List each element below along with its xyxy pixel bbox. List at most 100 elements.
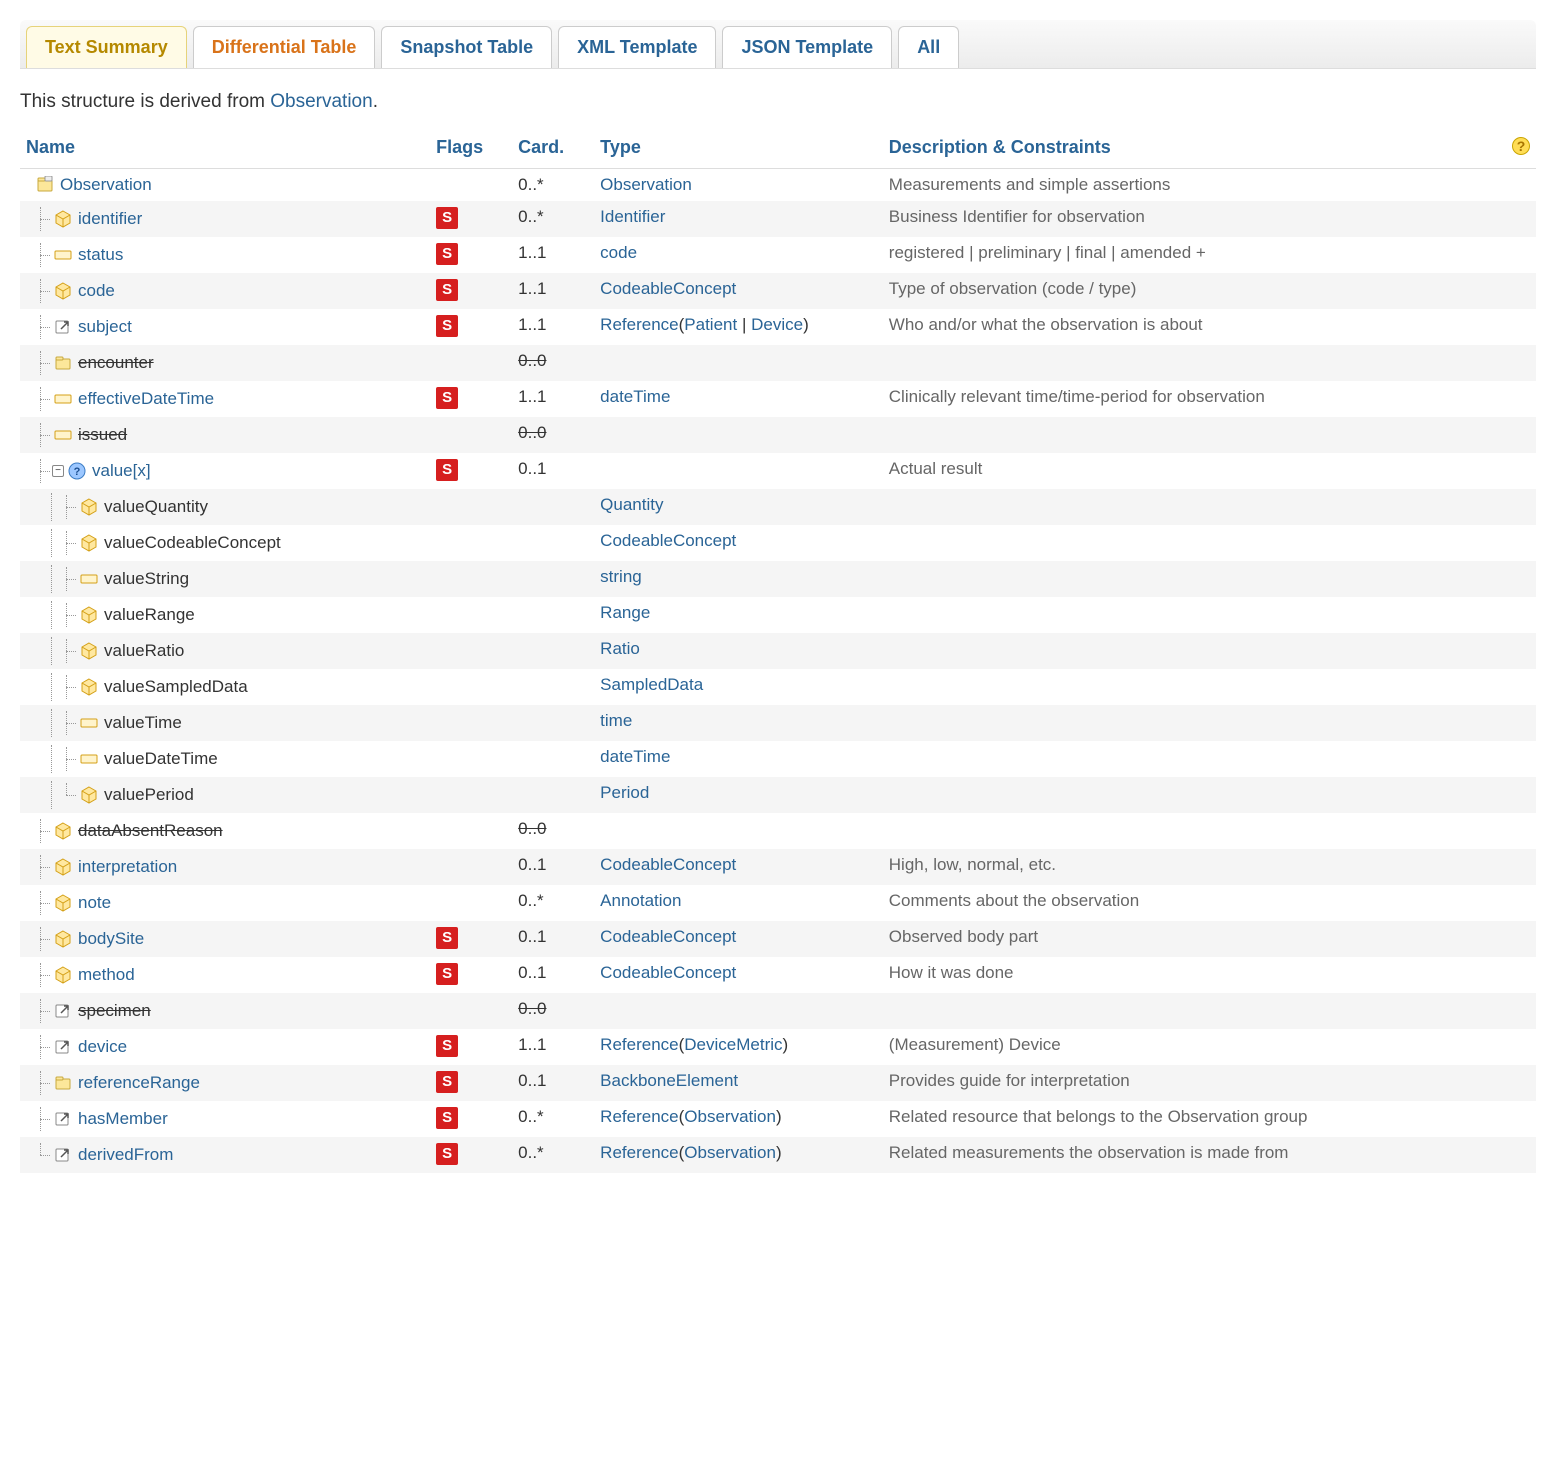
element-name[interactable]: device [78, 1037, 127, 1057]
description [883, 561, 1536, 597]
table-row: subjectS1..1Reference(Patient | Device)W… [20, 309, 1536, 345]
type-link[interactable]: Reference [600, 1107, 678, 1126]
element-name[interactable]: note [78, 893, 111, 913]
cardinality: 1..1 [518, 315, 546, 334]
type-link[interactable]: Reference [600, 315, 678, 334]
type-link[interactable]: Observation [684, 1107, 776, 1126]
type-link[interactable]: CodeableConcept [600, 531, 736, 550]
element-name[interactable]: value[x] [92, 461, 151, 481]
primitive-icon [80, 714, 98, 732]
datatype-icon [80, 498, 98, 516]
type-link[interactable]: Ratio [600, 639, 640, 658]
element-name[interactable]: method [78, 965, 135, 985]
table-row: issued0..0 [20, 417, 1536, 453]
datatype-icon [54, 858, 72, 876]
table-row: codeS1..1CodeableConceptType of observat… [20, 273, 1536, 309]
element-icon [54, 1074, 72, 1092]
tab-text-summary[interactable]: Text Summary [26, 26, 187, 68]
intro-prefix: This structure is derived from [20, 91, 270, 112]
type-link[interactable]: Quantity [600, 495, 663, 514]
type-link[interactable]: Patient [684, 315, 737, 334]
col-desc-label: Description & Constraints [889, 137, 1111, 157]
tab-bar: Text SummaryDifferential TableSnapshot T… [20, 20, 1536, 69]
tree-expander[interactable]: − [52, 465, 64, 477]
element-name[interactable]: code [78, 281, 115, 301]
must-support-flag: S [436, 927, 458, 949]
type-link[interactable]: CodeableConcept [600, 927, 736, 946]
tab-differential-table[interactable]: Differential Table [193, 26, 376, 68]
type-link[interactable]: Period [600, 783, 649, 802]
col-flags[interactable]: Flags [430, 131, 512, 169]
description [883, 777, 1536, 813]
type-link[interactable]: Reference [600, 1143, 678, 1162]
type-link[interactable]: Observation [600, 175, 692, 194]
element-name[interactable]: effectiveDateTime [78, 389, 214, 409]
type-link[interactable]: Range [600, 603, 650, 622]
type-link[interactable]: dateTime [600, 747, 670, 766]
table-row: derivedFromS0..*Reference(Observation)Re… [20, 1137, 1536, 1173]
table-row: valueQuantityQuantity [20, 489, 1536, 525]
element-name[interactable]: bodySite [78, 929, 144, 949]
element-name[interactable]: Observation [60, 175, 152, 195]
type-link[interactable]: CodeableConcept [600, 279, 736, 298]
type-link[interactable]: dateTime [600, 387, 670, 406]
cardinality: 0..1 [518, 927, 546, 946]
tab-snapshot-table[interactable]: Snapshot Table [381, 26, 552, 68]
type-link[interactable]: SampledData [600, 675, 703, 694]
type-link[interactable]: CodeableConcept [600, 855, 736, 874]
type-link[interactable]: CodeableConcept [600, 963, 736, 982]
table-row: encounter0..0 [20, 345, 1536, 381]
description: How it was done [883, 957, 1536, 993]
type-link[interactable]: Identifier [600, 207, 665, 226]
tab-all[interactable]: All [898, 26, 959, 68]
table-row: valueRange Range [20, 597, 1536, 633]
type-link[interactable]: Annotation [600, 891, 681, 910]
type-link[interactable]: Reference [600, 1035, 678, 1054]
tab-xml-template[interactable]: XML Template [558, 26, 716, 68]
element-name[interactable]: subject [78, 317, 132, 337]
intro-text: This structure is derived from Observati… [20, 91, 1536, 113]
element-name[interactable]: hasMember [78, 1109, 168, 1129]
col-card[interactable]: Card. [512, 131, 594, 169]
element-name[interactable]: derivedFrom [78, 1145, 173, 1165]
tab-json-template[interactable]: JSON Template [722, 26, 892, 68]
col-type[interactable]: Type [594, 131, 883, 169]
element-name: valuePeriod [104, 785, 194, 805]
element-name[interactable]: status [78, 245, 123, 265]
description: Observed body part [883, 921, 1536, 957]
datatype-icon [80, 606, 98, 624]
type-link[interactable]: DeviceMetric [684, 1035, 782, 1054]
table-row: valueDateTimedateTime [20, 741, 1536, 777]
table-row: valueString string [20, 561, 1536, 597]
table-row: referenceRangeS0..1BackboneElementProvid… [20, 1065, 1536, 1101]
description [883, 669, 1536, 705]
cardinality: 0..* [518, 175, 544, 194]
resource-icon [36, 176, 54, 194]
must-support-flag: S [436, 387, 458, 409]
element-name[interactable]: identifier [78, 209, 142, 229]
description: Related resource that belongs to the Obs… [883, 1101, 1536, 1137]
description: Type of observation (code / type) [883, 273, 1536, 309]
element-name[interactable]: referenceRange [78, 1073, 200, 1093]
type-link[interactable]: string [600, 567, 642, 586]
table-row: effectiveDateTimeS1..1dateTimeClinically… [20, 381, 1536, 417]
reference-icon [54, 318, 72, 336]
type-link[interactable]: time [600, 711, 632, 730]
element-name: valueString [104, 569, 189, 589]
table-row: bodySite S 0..1 CodeableConcept Observed bod… [20, 921, 1536, 957]
type-separator: ) [803, 315, 809, 334]
type-link[interactable]: BackboneElement [600, 1071, 738, 1090]
element-name[interactable]: interpretation [78, 857, 177, 877]
datatype-icon [80, 678, 98, 696]
type-link[interactable]: code [600, 243, 637, 262]
col-desc: Description & Constraints ? [883, 131, 1536, 169]
element-name: specimen [78, 1001, 151, 1021]
datatype-icon [54, 966, 72, 984]
type-link[interactable]: Device [751, 315, 803, 334]
cardinality: 1..1 [518, 243, 546, 262]
help-icon[interactable]: ? [1512, 137, 1530, 155]
type-link[interactable]: Observation [684, 1143, 776, 1162]
intro-link[interactable]: Observation [270, 91, 372, 112]
element-name: valueRange [104, 605, 195, 625]
col-name[interactable]: Name [20, 131, 430, 169]
